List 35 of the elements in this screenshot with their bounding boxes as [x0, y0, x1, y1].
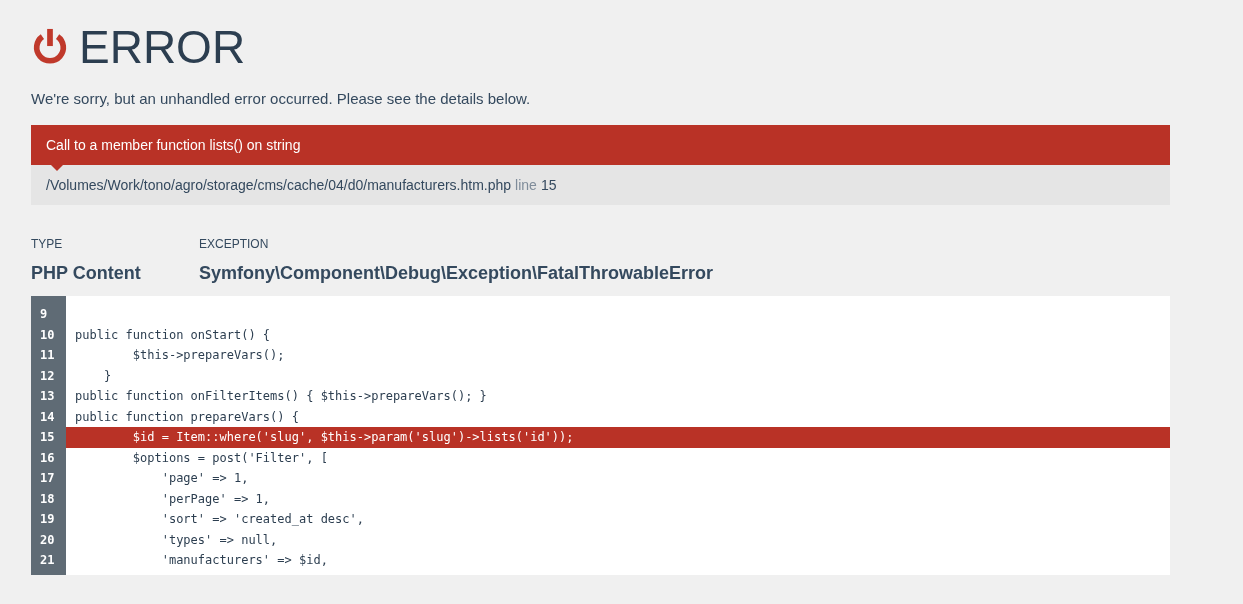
line-number: 14	[39, 408, 56, 426]
line-number: 18	[39, 490, 56, 508]
line-number: 9	[39, 306, 49, 323]
line-label: line	[515, 177, 537, 193]
line-number: 19	[39, 511, 56, 528]
code-line: public function onFilterItems() { $this->prepareVars(); }	[74, 388, 488, 405]
error-message: We're sorry, but an unhandled error occurred. Please see the details below.	[31, 90, 532, 107]
detail-label: TYPE	[31, 237, 64, 251]
code-line: }	[102, 367, 113, 385]
code-line: 'page' => 1,	[160, 470, 250, 487]
code-line: 'manufacturers' => $id,	[160, 552, 329, 569]
line-number: 17	[39, 470, 56, 487]
code-line: $options = post('Filter', [	[131, 449, 329, 467]
detail-label: EXCEPTION	[199, 237, 270, 251]
line-number: 21	[39, 552, 56, 569]
detail-value: Symfony\Component\Debug\Exception\FatalThrowableError	[199, 263, 714, 284]
line-number: 11	[39, 347, 56, 364]
line-number: 20	[39, 531, 56, 549]
code-line: 'sort' => 'created_at desc',	[160, 511, 365, 528]
code-line: 'perPage' => 1,	[160, 490, 272, 508]
detail-value: PHP Content	[31, 263, 142, 284]
code-line: 'types' => null,	[160, 531, 279, 549]
file-path: /Volumes/Work/tono/agro/storage/cms/cache/04/d0/manufacturers.htm.php	[46, 177, 512, 193]
line-number: 15	[39, 429, 56, 446]
line-number: 12	[39, 367, 56, 385]
line-number: 10	[39, 326, 56, 344]
code-line: public function onStart() {	[74, 326, 272, 344]
power-icon	[31, 28, 69, 66]
line-number: 15	[540, 177, 557, 193]
error-title: ERROR	[79, 20, 246, 74]
code-line: $this->prepareVars();	[131, 347, 286, 364]
exception-message: Call to a member function lists() on string	[46, 137, 301, 153]
line-number: 13	[39, 388, 56, 405]
code-line: public function prepareVars() {	[74, 408, 300, 426]
line-number: 16	[39, 449, 56, 467]
